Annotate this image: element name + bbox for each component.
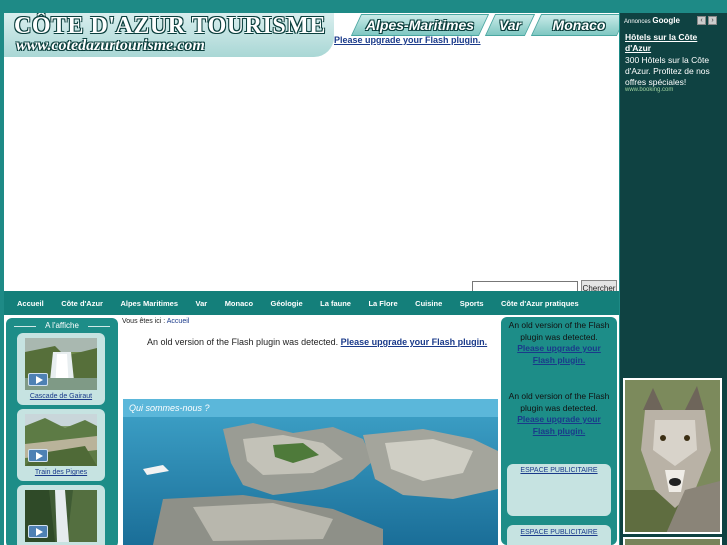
right-flash-text: An old version of the Flash plugin was d…	[508, 320, 610, 342]
right-flash-upgrade-link[interactable]: Please upgrade your Flash plugin.	[517, 414, 601, 436]
second-photo[interactable]	[623, 537, 722, 545]
right-flash-text: An old version of the Flash plugin was d…	[508, 391, 610, 413]
video-thumbnail[interactable]	[25, 338, 97, 390]
video-thumbnail[interactable]	[25, 490, 97, 542]
video-caption[interactable]: Cascade de Gairaut	[17, 393, 105, 400]
play-icon[interactable]	[28, 525, 48, 538]
breadcrumb: Vous êtes ici : Accueil	[122, 318, 189, 325]
breadcrumb-link-accueil[interactable]: Accueil	[167, 318, 190, 325]
region-tab-monaco[interactable]: Monaco	[530, 14, 619, 36]
nav-item-la-faune[interactable]: La faune	[320, 299, 351, 308]
right-flash-notice: An old version of the Flash plugin was d…	[507, 320, 611, 366]
ad-space[interactable]: ESPACE PUBLICITAIRE	[507, 464, 611, 516]
ad-prev-button[interactable]: ‹	[697, 16, 706, 25]
google-ads-header[interactable]: Annonces Google	[624, 16, 680, 25]
left-column: A l'affiche Cascade de Gairaut Train des…	[4, 315, 120, 545]
ad-body-text: 300 Hôtels sur la Côte d'Azur. Profitez …	[625, 55, 710, 87]
region-tab-label: Monaco	[552, 17, 606, 33]
ad-space[interactable]: ESPACE PUBLICITAIRE	[507, 525, 611, 545]
flash-upgrade-link[interactable]: Please upgrade your Flash plugin.	[341, 337, 488, 347]
ad-title-link[interactable]: Hôtels sur la Côte d'Azur	[625, 32, 721, 54]
flash-notice: An old version of the Flash plugin was d…	[147, 337, 487, 347]
nav-item-cote-dazur[interactable]: Côte d'Azur	[61, 299, 103, 308]
a-laffiche-heading: A l'affiche	[6, 321, 118, 330]
header-flash-upgrade-link[interactable]: Please upgrade your Flash plugin.	[334, 35, 481, 45]
ads-label: Annonces	[624, 19, 651, 25]
region-tab-alpes-maritimes[interactable]: Alpes-Maritimes	[350, 14, 490, 36]
hero-title: Qui sommes-nous ?	[129, 403, 210, 413]
wolf-image	[625, 380, 720, 532]
a-laffiche-panel: A l'affiche Cascade de Gairaut Train des…	[6, 318, 118, 545]
right-panel: An old version of the Flash plugin was d…	[501, 317, 617, 545]
nav-item-monaco[interactable]: Monaco	[225, 299, 253, 308]
google-logo: Google	[652, 16, 680, 25]
region-tab-label: Alpes-Maritimes	[365, 17, 475, 33]
logo-title: CÔTE D'AZUR TOURISME	[14, 13, 326, 39]
nav-item-sports[interactable]: Sports	[460, 299, 484, 308]
logo-url: www.cotedazurtourisme.com	[16, 37, 205, 54]
main-frame: CÔTE D'AZUR TOURISME www.cotedazurtouris…	[4, 13, 619, 545]
ad-next-button[interactable]: ›	[708, 16, 717, 25]
ad-display-url[interactable]: www.booking.com	[625, 87, 673, 93]
video-caption[interactable]: Train des Pignes	[17, 469, 105, 476]
right-flash-upgrade-link[interactable]: Please upgrade your Flash plugin.	[517, 343, 601, 365]
right-flash-notice: An old version of the Flash plugin was d…	[507, 391, 611, 437]
main-nav: Accueil Côte d'Azur Alpes Maritimes Var …	[4, 291, 619, 315]
video-card[interactable]	[17, 485, 105, 545]
nav-item-la-flore[interactable]: La Flore	[368, 299, 397, 308]
coastline-photo	[123, 399, 498, 545]
nav-item-cuisine[interactable]: Cuisine	[415, 299, 442, 308]
video-card[interactable]: Train des Pignes	[17, 409, 105, 481]
nav-item-pratiques[interactable]: Côte d'Azur pratiques	[501, 299, 579, 308]
region-tab-label: Var	[498, 17, 522, 33]
nav-item-geologie[interactable]: Géologie	[271, 299, 303, 308]
google-ad-sidebar: Annonces Google ‹ › Hôtels sur la Côte d…	[620, 13, 727, 545]
video-card[interactable]: Cascade de Gairaut	[17, 333, 105, 405]
nav-item-var[interactable]: Var	[196, 299, 208, 308]
nav-item-alpes-maritimes[interactable]: Alpes Maritimes	[120, 299, 178, 308]
breadcrumb-prefix: Vous êtes ici :	[122, 318, 166, 325]
nav-item-accueil[interactable]: Accueil	[17, 299, 44, 308]
video-thumbnail[interactable]	[25, 414, 97, 466]
hero-banner[interactable]: Qui sommes-nous ?	[123, 399, 498, 545]
flash-notice-text: An old version of the Flash plugin was d…	[147, 337, 339, 347]
wolf-photo[interactable]	[623, 378, 722, 534]
site-logo[interactable]: CÔTE D'AZUR TOURISME www.cotedazurtouris…	[4, 13, 334, 57]
play-icon[interactable]	[28, 449, 48, 462]
play-icon[interactable]	[28, 373, 48, 386]
region-tab-var[interactable]: Var	[484, 14, 536, 36]
site-header: CÔTE D'AZUR TOURISME www.cotedazurtouris…	[4, 13, 619, 59]
